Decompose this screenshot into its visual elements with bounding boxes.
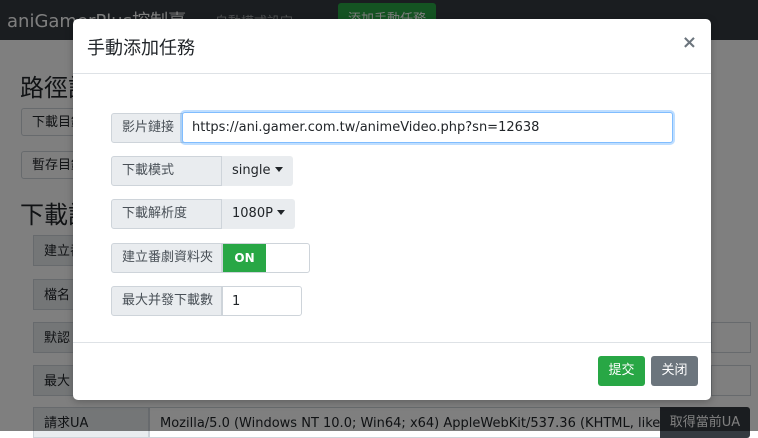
close-icon[interactable]: × bbox=[682, 32, 697, 53]
close-button[interactable]: 关闭 bbox=[651, 356, 698, 386]
manual-task-modal: 手動添加任務 × 影片鏈接 下載模式 single 下載解析度 1080P 建立… bbox=[73, 19, 711, 400]
video-link-input[interactable] bbox=[182, 112, 673, 143]
modal-title: 手動添加任務 bbox=[87, 38, 195, 59]
download-mode-label: 下載模式 bbox=[111, 156, 222, 186]
max-downloads-label: 最大并發下載數 bbox=[111, 286, 222, 316]
resolution-value: 1080P bbox=[232, 206, 273, 221]
caret-down-icon bbox=[274, 167, 283, 172]
create-folder-toggle[interactable]: ON bbox=[222, 243, 310, 273]
resolution-dropdown[interactable]: 1080P bbox=[222, 199, 295, 229]
modal-header: 手動添加任務 × bbox=[73, 19, 711, 74]
max-downloads-input[interactable] bbox=[222, 286, 302, 316]
submit-button[interactable]: 提交 bbox=[598, 356, 645, 386]
resolution-label: 下載解析度 bbox=[111, 199, 222, 229]
download-mode-dropdown[interactable]: single bbox=[222, 156, 293, 186]
download-mode-value: single bbox=[232, 163, 271, 178]
toggle-on-state: ON bbox=[223, 244, 266, 272]
create-folder-label: 建立番劇資料夾 bbox=[111, 243, 222, 273]
caret-down-icon bbox=[276, 210, 285, 215]
